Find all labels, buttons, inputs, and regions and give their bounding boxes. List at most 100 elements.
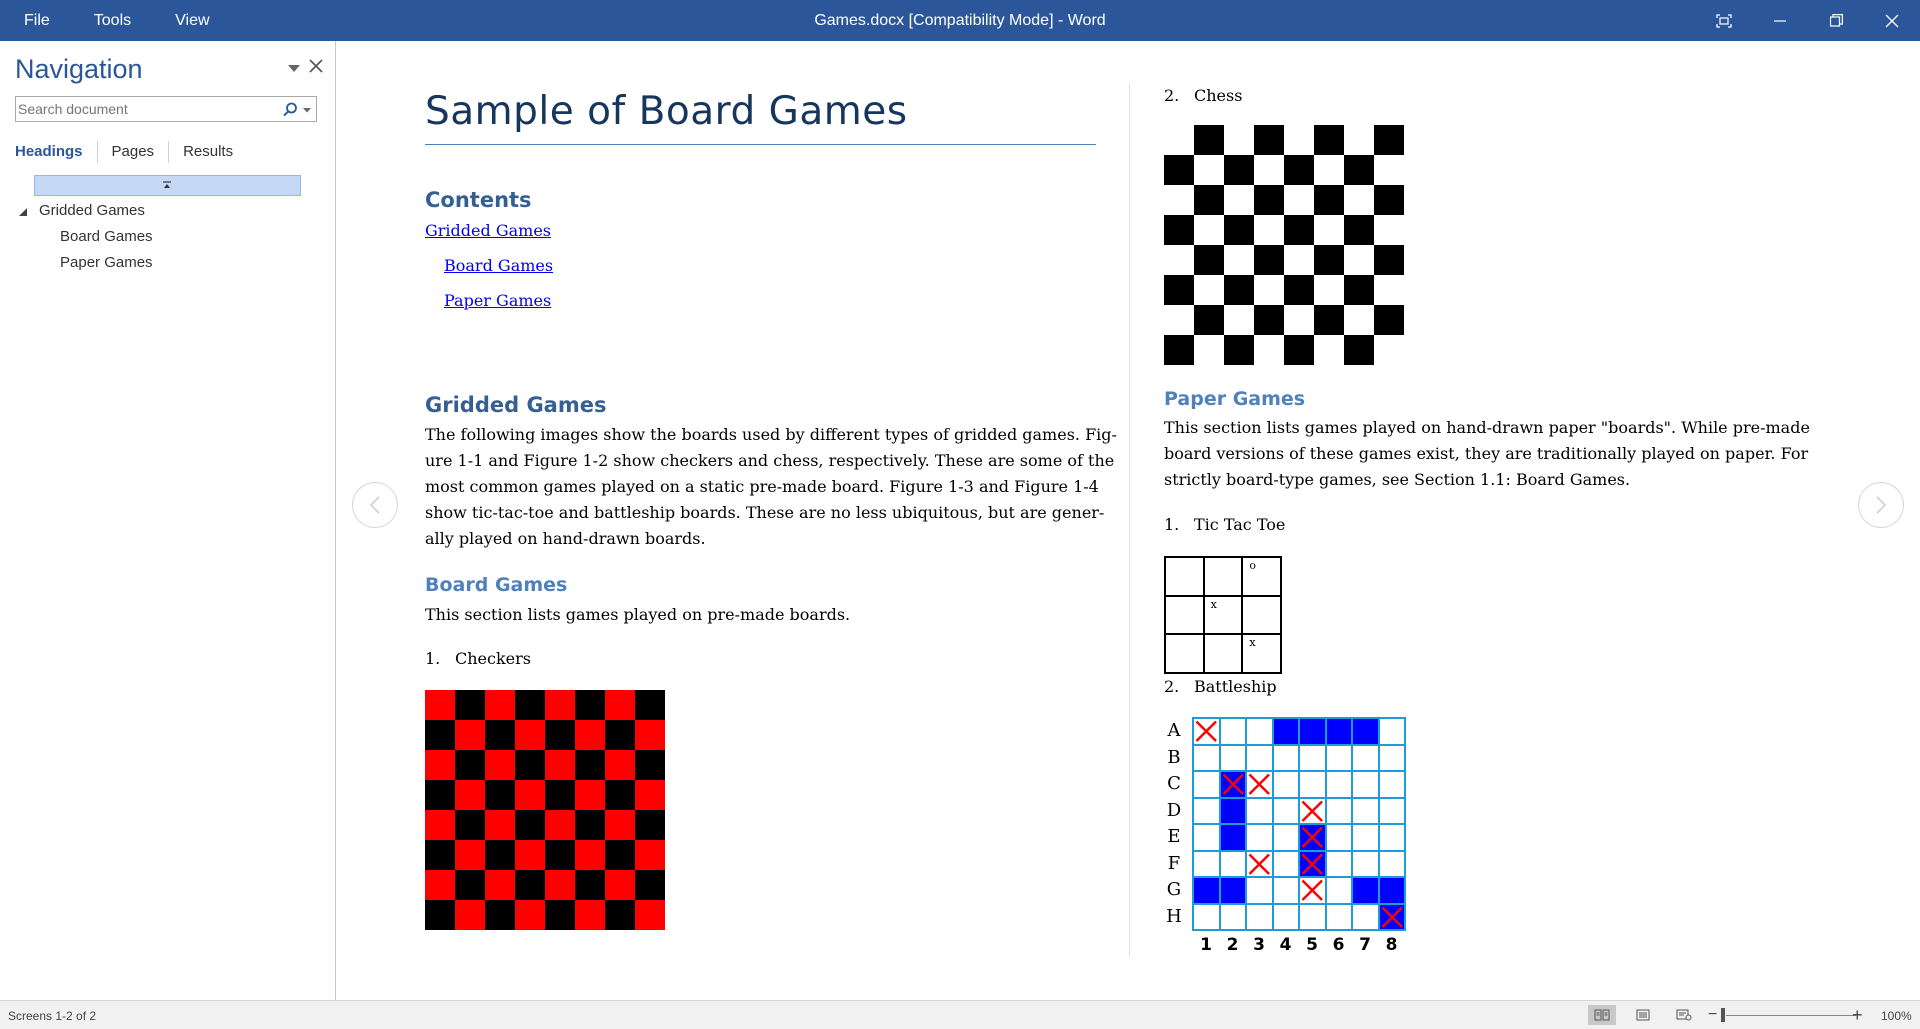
toc-link-board-games[interactable]: Board Games [444, 256, 553, 275]
paper-games-heading: Paper Games [1164, 388, 1306, 410]
battleship-cell [1299, 824, 1326, 851]
board-square [1224, 335, 1254, 365]
search-input[interactable] [18, 99, 276, 119]
next-screen-button[interactable] [1858, 482, 1904, 528]
window-controls [1696, 0, 1920, 41]
battleship-cell [1299, 771, 1326, 798]
tab-pages[interactable]: Pages [98, 141, 170, 163]
ttt-cell [1203, 634, 1243, 673]
tab-results[interactable]: Results [169, 141, 247, 163]
list-label: Checkers [455, 649, 531, 668]
menu-view[interactable]: View [153, 0, 231, 41]
tree-item-paper-games[interactable]: Paper Games [60, 254, 153, 271]
board-square [575, 750, 605, 780]
zoom-slider-thumb[interactable] [1721, 1008, 1725, 1022]
board-square [545, 810, 575, 840]
board-square [1374, 275, 1404, 305]
battleship-cell [1352, 903, 1379, 930]
ttt-cell [1242, 595, 1281, 635]
hit-mark-icon [1301, 853, 1323, 875]
previous-screen-button[interactable] [352, 482, 398, 528]
title-bar: File Tools View Games.docx [Compatibilit… [0, 0, 1920, 41]
battleship-cell [1325, 718, 1352, 745]
zoom-out-button[interactable]: − [1708, 1007, 1717, 1023]
board-square [635, 780, 665, 810]
battleship-grid [1192, 717, 1406, 931]
paper-games-paragraph: This section lists games played on hand-… [1164, 415, 1810, 493]
toc-link-paper-games[interactable]: Paper Games [444, 291, 551, 310]
pane-close-icon[interactable] [307, 57, 325, 75]
board-square [455, 900, 485, 930]
board-square [1374, 335, 1404, 365]
board-square [575, 780, 605, 810]
list-number: 1. [425, 649, 441, 668]
close-button[interactable] [1864, 0, 1920, 41]
zoom-in-button[interactable]: + [1852, 1006, 1863, 1024]
battleship-cell [1272, 797, 1299, 824]
board-square [1284, 305, 1314, 335]
board-square [545, 780, 575, 810]
board-games-paragraph: This section lists games played on pre-m… [425, 602, 850, 628]
fit-window-button[interactable] [1696, 0, 1752, 41]
paragraph-line: This section lists games played on pre-m… [425, 605, 851, 624]
board-square [1164, 305, 1194, 335]
search-options-icon[interactable] [302, 106, 312, 114]
ttt-cell [1165, 557, 1204, 596]
board-square [425, 750, 455, 780]
zoom-level[interactable]: 100% [1881, 1009, 1912, 1023]
hit-mark-icon [1248, 853, 1270, 875]
fit-window-icon [1716, 13, 1732, 28]
board-square [1344, 275, 1374, 305]
board-square [1284, 275, 1314, 305]
restore-button[interactable] [1808, 0, 1864, 41]
board-square [1194, 125, 1224, 155]
board-square [1164, 125, 1194, 155]
menu-tools[interactable]: Tools [72, 0, 153, 41]
menu-file[interactable]: File [0, 0, 72, 41]
ttt-cell [1165, 595, 1204, 635]
pane-options-icon[interactable] [287, 61, 301, 75]
battleship-cell [1272, 744, 1299, 771]
paragraph-line: The following images show the boards use… [425, 425, 1117, 444]
print-layout-button[interactable] [1629, 1005, 1657, 1025]
screen-count: Screens 1-2 of 2 [8, 1009, 97, 1023]
board-square [455, 750, 485, 780]
tab-headings[interactable]: Headings [15, 141, 98, 163]
board-square [455, 840, 485, 870]
board-square [515, 870, 545, 900]
battleship-cell [1325, 903, 1352, 930]
hit-mark-icon [1222, 773, 1244, 795]
paragraph-line: show tic-tac-toe and battleship boards. … [425, 503, 1105, 522]
board-square [635, 750, 665, 780]
minimize-button[interactable] [1752, 0, 1808, 41]
web-layout-button[interactable] [1670, 1005, 1698, 1025]
board-square [1284, 185, 1314, 215]
board-square [425, 840, 455, 870]
collapse-all-headings-button[interactable] [34, 175, 301, 196]
board-square [515, 840, 545, 870]
battleship-cell [1378, 903, 1405, 930]
zoom-slider-track[interactable] [1726, 1015, 1856, 1016]
board-square [605, 870, 635, 900]
tree-item-gridded-games[interactable]: Gridded Games [39, 202, 145, 219]
board-square [425, 690, 455, 720]
battleship-cell [1246, 850, 1273, 877]
search-icon[interactable] [281, 101, 299, 119]
board-square [635, 900, 665, 930]
battleship-row-label: H [1166, 905, 1182, 927]
board-square [1314, 275, 1344, 305]
board-square [1164, 155, 1194, 185]
battleship-cell [1219, 877, 1246, 904]
board-square [1284, 245, 1314, 275]
expand-triangle-icon[interactable] [18, 207, 28, 217]
board-square [455, 690, 485, 720]
battleship-cell [1378, 877, 1405, 904]
board-square [635, 690, 665, 720]
battleship-row-label: E [1167, 826, 1181, 847]
toc-link-gridded-games[interactable]: Gridded Games [425, 221, 551, 240]
read-mode-button[interactable] [1588, 1005, 1616, 1025]
board-square [1224, 185, 1254, 215]
menu-bar: File Tools View [0, 0, 232, 41]
tree-item-board-games[interactable]: Board Games [60, 228, 153, 245]
board-square [485, 780, 515, 810]
